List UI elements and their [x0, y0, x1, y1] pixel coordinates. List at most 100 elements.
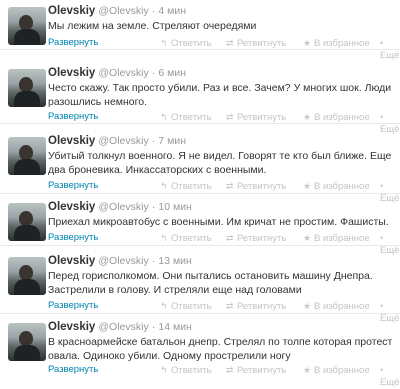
- more-icon: •: [380, 301, 384, 311]
- separator-dot: ·: [151, 201, 156, 213]
- star-icon: ★: [303, 38, 312, 48]
- separator-dot: ·: [151, 135, 156, 147]
- tweet-actions: Развернуть ↰ Ответить ⇄ Ретвитнуть ★ В избр…: [48, 37, 399, 61]
- reply-button[interactable]: ↰ Ответить: [160, 37, 212, 50]
- retweet-icon: ⇄: [226, 365, 234, 375]
- tweet[interactable]: Olevskiy @Olevskiy · 14 мин В красноарме…: [0, 316, 400, 388]
- retweet-button[interactable]: ⇄ Ретвитнуть: [226, 111, 286, 124]
- author-handle[interactable]: @Olevskiy: [98, 67, 148, 79]
- expand-link[interactable]: Развернуть: [48, 111, 98, 123]
- tweet-actions: Развернуть ↰ Ответить ⇄ Ретвитнуть ★ В избр…: [48, 111, 399, 135]
- avatar[interactable]: [8, 69, 46, 107]
- author-handle[interactable]: @Olevskiy: [98, 255, 148, 267]
- retweet-button[interactable]: ⇄ Ретвитнуть: [226, 180, 286, 193]
- retweet-button[interactable]: ⇄ Ретвитнуть: [226, 232, 286, 245]
- star-icon: ★: [303, 112, 312, 122]
- separator-dot: ·: [151, 255, 156, 267]
- retweet-icon: ⇄: [226, 233, 234, 243]
- star-icon: ★: [303, 181, 312, 191]
- avatar[interactable]: [8, 7, 46, 45]
- avatar[interactable]: [8, 323, 46, 361]
- expand-link[interactable]: Развернуть: [48, 300, 98, 312]
- more-icon: •: [380, 112, 384, 122]
- reply-icon: ↰: [160, 38, 168, 48]
- expand-link[interactable]: Развернуть: [48, 37, 98, 49]
- tweet-text: Приехал микроавтобус с военными. Им крич…: [48, 216, 389, 228]
- author-handle[interactable]: @Olevskiy: [98, 5, 148, 17]
- favorite-button[interactable]: ★ В избранное: [303, 180, 370, 193]
- author-name[interactable]: Olevskiy: [48, 201, 95, 213]
- reply-button[interactable]: ↰ Ответить: [160, 180, 212, 193]
- tweet-header: Olevskiy @Olevskiy · 4 мин: [48, 4, 394, 18]
- tweet-header: Olevskiy @Olevskiy · 6 мин: [48, 66, 394, 80]
- more-icon: •: [380, 233, 384, 243]
- author-name[interactable]: Olevskiy: [48, 321, 95, 333]
- reply-icon: ↰: [160, 233, 168, 243]
- avatar[interactable]: [8, 257, 46, 295]
- favorite-button[interactable]: ★ В избранное: [303, 300, 370, 313]
- separator-dot: ·: [151, 67, 156, 79]
- avatar[interactable]: [8, 137, 46, 175]
- more-icon: •: [380, 365, 384, 375]
- expand-link[interactable]: Развернуть: [48, 180, 98, 192]
- reply-icon: ↰: [160, 301, 168, 311]
- tweet-text: Перед горисполкомом. Они пытались остано…: [48, 270, 373, 296]
- tweet-text: Често скажу. Так просто убили. Раз и все…: [48, 82, 392, 108]
- favorite-button[interactable]: ★ В избранное: [303, 37, 370, 50]
- tweet-text: В красноармейске батальон днепр. Стрелял…: [48, 336, 393, 362]
- more-icon: •: [380, 181, 384, 191]
- expand-link[interactable]: Развернуть: [48, 232, 98, 244]
- tweet-feed: Olevskiy @Olevskiy · 4 мин Мы лежим на з…: [0, 0, 400, 388]
- tweet-timestamp[interactable]: 14 мин: [158, 321, 191, 333]
- author-name[interactable]: Olevskiy: [48, 67, 95, 79]
- reply-button[interactable]: ↰ Ответить: [160, 300, 212, 313]
- avatar[interactable]: [8, 203, 46, 241]
- tweet-timestamp[interactable]: 13 мин: [158, 255, 191, 267]
- favorite-button[interactable]: ★ В избранное: [303, 111, 370, 124]
- retweet-button[interactable]: ⇄ Ретвитнуть: [226, 364, 286, 377]
- tweet-timestamp[interactable]: 6 мин: [158, 67, 186, 79]
- tweet-timestamp[interactable]: 4 мин: [158, 5, 186, 17]
- tweet-actions: Развернуть ↰ Ответить ⇄ Ретвитнуть ★ В избр…: [48, 232, 399, 256]
- more-button[interactable]: •Ещё: [380, 37, 399, 62]
- separator-dot: ·: [151, 321, 156, 333]
- favorite-button[interactable]: ★ В избранное: [303, 232, 370, 245]
- tweet-timestamp[interactable]: 10 мин: [158, 201, 191, 213]
- favorite-button[interactable]: ★ В избранное: [303, 364, 370, 377]
- author-handle[interactable]: @Olevskiy: [98, 135, 148, 147]
- tweet-timestamp[interactable]: 7 мин: [158, 135, 186, 147]
- author-handle[interactable]: @Olevskiy: [98, 201, 148, 213]
- reply-button[interactable]: ↰ Ответить: [160, 111, 212, 124]
- author-name[interactable]: Olevskiy: [48, 135, 95, 147]
- reply-button[interactable]: ↰ Ответить: [160, 232, 212, 245]
- expand-link[interactable]: Развернуть: [48, 364, 98, 376]
- tweet-text: Убитый толкнул военного. Я не видел. Гов…: [48, 150, 392, 176]
- retweet-button[interactable]: ⇄ Ретвитнуть: [226, 37, 286, 50]
- tweet[interactable]: Olevskiy @Olevskiy · 10 мин Приехал микр…: [0, 196, 400, 256]
- author-handle[interactable]: @Olevskiy: [98, 321, 148, 333]
- tweet-text: Мы лежим на земле. Стреляют очередями: [48, 20, 257, 32]
- reply-icon: ↰: [160, 365, 168, 375]
- more-button[interactable]: •Ещё: [380, 364, 399, 389]
- star-icon: ★: [303, 365, 312, 375]
- reply-icon: ↰: [160, 112, 168, 122]
- tweet[interactable]: Olevskiy @Olevskiy · 4 мин Мы лежим на з…: [0, 0, 400, 61]
- tweet-header: Olevskiy @Olevskiy · 14 мин: [48, 320, 394, 334]
- tweet[interactable]: Olevskiy @Olevskiy · 13 мин Перед горисп…: [0, 250, 400, 324]
- star-icon: ★: [303, 233, 312, 243]
- tweet-actions: Развернуть ↰ Ответить ⇄ Ретвитнуть ★ В избр…: [48, 180, 399, 204]
- retweet-icon: ⇄: [226, 38, 234, 48]
- tweet-header: Olevskiy @Olevskiy · 10 мин: [48, 200, 394, 214]
- tweet[interactable]: Olevskiy @Olevskiy · 7 мин Убитый толкну…: [0, 130, 400, 204]
- retweet-button[interactable]: ⇄ Ретвитнуть: [226, 300, 286, 313]
- tweet-actions: Развернуть ↰ Ответить ⇄ Ретвитнуть ★ В избр…: [48, 364, 399, 388]
- author-name[interactable]: Olevskiy: [48, 255, 95, 267]
- tweet[interactable]: Olevskiy @Olevskiy · 6 мин Често скажу. …: [0, 62, 400, 135]
- tweet-header: Olevskiy @Olevskiy · 13 мин: [48, 254, 394, 268]
- tweet-header: Olevskiy @Olevskiy · 7 мин: [48, 134, 394, 148]
- retweet-icon: ⇄: [226, 112, 234, 122]
- more-icon: •: [380, 38, 384, 48]
- author-name[interactable]: Olevskiy: [48, 5, 95, 17]
- reply-icon: ↰: [160, 181, 168, 191]
- reply-button[interactable]: ↰ Ответить: [160, 364, 212, 377]
